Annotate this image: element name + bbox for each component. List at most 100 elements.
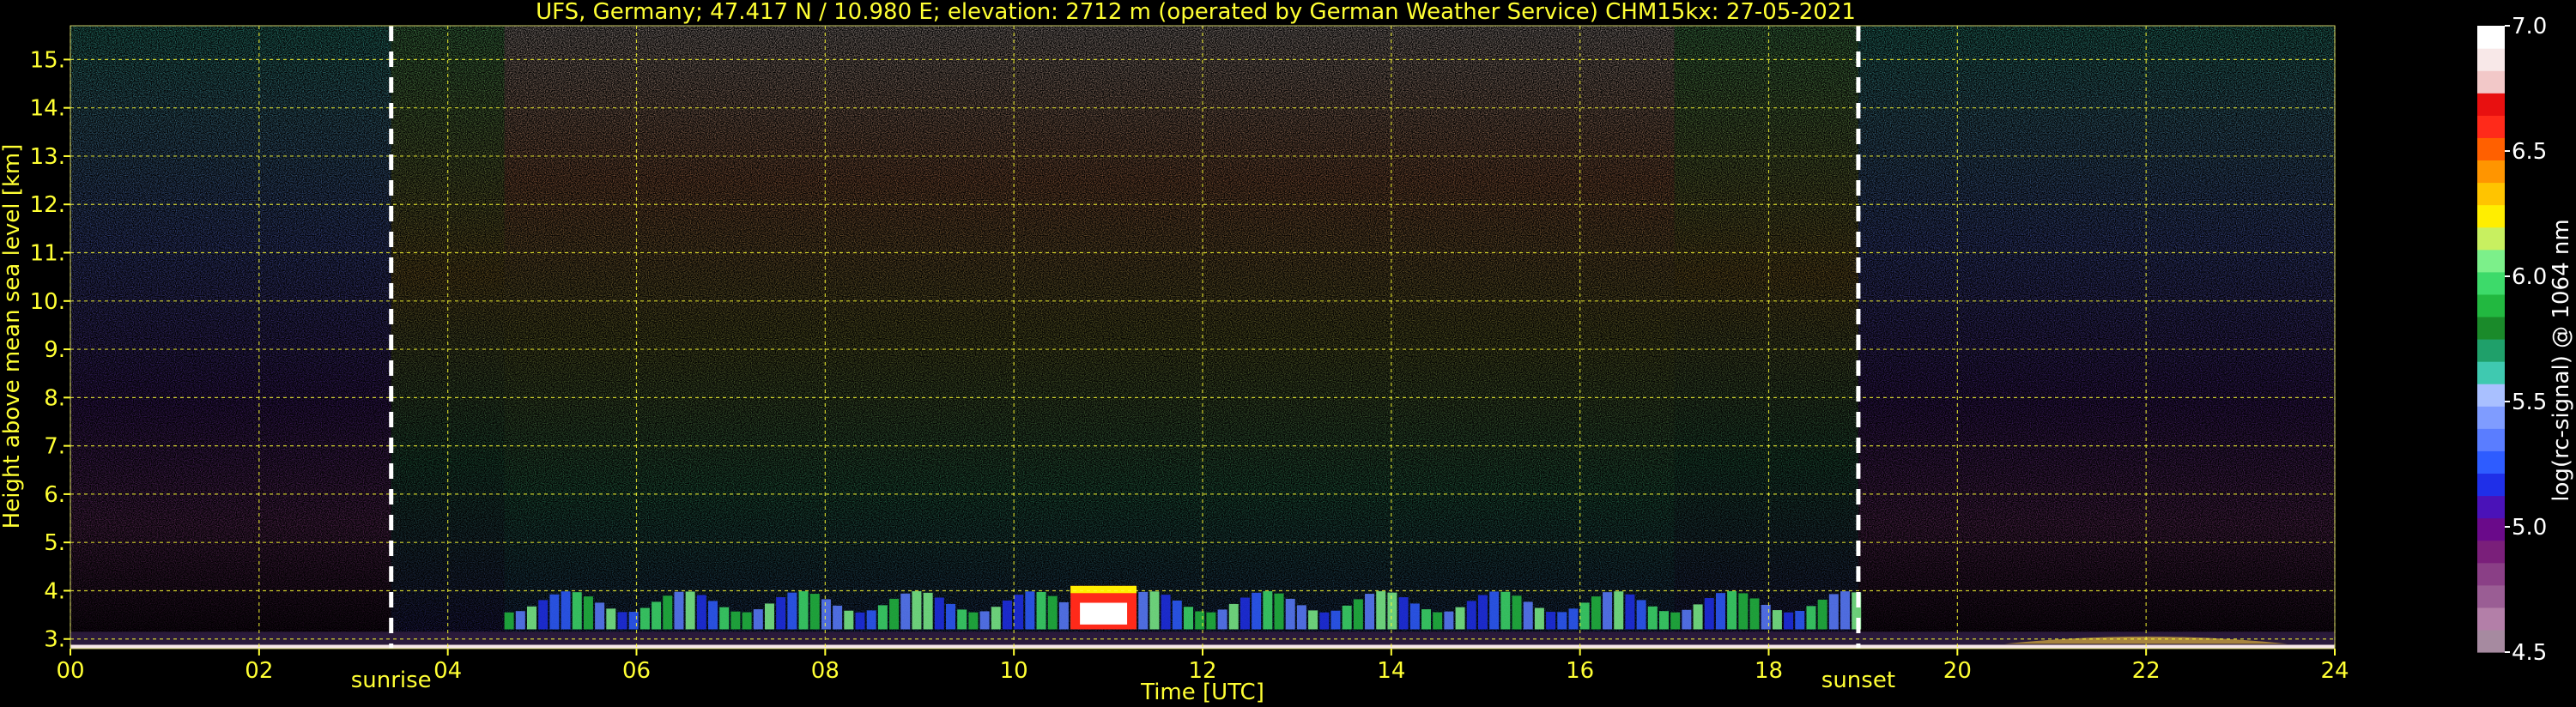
cloud-cell (674, 591, 684, 630)
cloud-cell (1738, 593, 1749, 630)
colorbar-swatch (2477, 607, 2505, 631)
cloud-cell (1274, 593, 1284, 630)
cloud-cell (628, 612, 639, 630)
cloud-cell (844, 610, 854, 630)
cloud-cell (1195, 611, 1205, 630)
colorbar-swatch (2477, 93, 2505, 116)
colorbar-swatch (2477, 204, 2505, 228)
colorbar-swatch (2477, 361, 2505, 384)
colorbar-ticks: 4.5 5.0 5.5 6.0 6.5 7.0 (2505, 14, 2547, 666)
cloud-cell (1138, 591, 1149, 630)
colorbar-swatch (2477, 182, 2505, 206)
y-tick-label: 5. (44, 530, 65, 556)
x-tick-label: 22 (2132, 658, 2161, 684)
cloud-cell (855, 612, 865, 630)
colorbar-tick-label: 4.5 (2512, 640, 2547, 666)
cloud-cell (934, 597, 944, 630)
y-tick-label: 9. (44, 337, 65, 363)
colorbar-swatch (2477, 227, 2505, 251)
y-tick-label: 14. (30, 96, 65, 122)
y-axis-label: Height above mean sea level [km] (0, 144, 25, 529)
x-tick-label: 08 (811, 658, 839, 684)
y-tick-label: 11. (30, 241, 65, 267)
y-tick-label: 3. (44, 627, 65, 653)
y-tick-label: 15. (30, 47, 65, 73)
cloud-cell (1523, 601, 1533, 630)
colorbar-tick-label: 5.5 (2512, 390, 2547, 415)
y-tick-label: 13. (30, 144, 65, 170)
colorbar-swatch (2477, 473, 2505, 497)
cloud-cell (1477, 595, 1488, 630)
cloud-cell (696, 595, 706, 630)
cloud-cell (1693, 604, 1703, 630)
colorbar-swatch (2477, 271, 2505, 295)
cloud-cell (1421, 609, 1431, 630)
cloud-cell (652, 601, 662, 630)
colorbar-swatch (2477, 540, 2505, 564)
cloud-cell (923, 592, 933, 630)
cloud-cell (538, 600, 549, 630)
dense-cloud-core (1080, 602, 1128, 625)
cloud-cell (1466, 601, 1476, 630)
cloud-cell (1319, 612, 1330, 630)
colorbar-swatch (2477, 517, 2505, 541)
cloud-cell (1806, 606, 1816, 630)
ceilometer-chart: UFS, Germany; 47.417 N / 10.980 E; eleva… (0, 0, 2574, 705)
cloud-cell (1433, 612, 1443, 630)
cloud-cell (1715, 593, 1725, 630)
colorbar-swatch (2477, 26, 2505, 49)
cloud-cell (946, 603, 956, 630)
cloud-cell (1444, 611, 1454, 630)
cloud-cell (866, 610, 876, 630)
cloud-cell (1579, 602, 1590, 630)
cloud-cell (515, 611, 525, 630)
cloud-cell (1817, 599, 1827, 630)
cloud-cell (1047, 595, 1058, 630)
x-tick-label: 14 (1377, 658, 1405, 684)
cloud-cell (833, 605, 843, 630)
cloud-cell (1376, 591, 1386, 630)
night-region (1858, 26, 2335, 649)
cloud-cell (764, 603, 774, 630)
y-tick-label: 8. (44, 385, 65, 411)
y-tick-label: 4. (44, 578, 65, 604)
cloud-cell (606, 608, 616, 630)
cloud-cell (595, 602, 605, 630)
cloud-cell (572, 592, 582, 630)
cloud-cell (957, 609, 967, 630)
cloud-cell (1263, 591, 1273, 630)
colorbar-swatch (2477, 249, 2505, 273)
cloud-cell (504, 612, 514, 630)
cloud-cell (809, 594, 820, 630)
cloud-cell (1342, 605, 1352, 630)
y-tick-label: 7. (44, 434, 65, 460)
cloud-cell (1330, 610, 1341, 630)
cloud-cell (1784, 612, 1794, 630)
colorbar-swatch (2477, 339, 2505, 362)
cloud-cell (1014, 595, 1024, 630)
night-region (70, 26, 391, 649)
cloud-cell (1500, 591, 1511, 630)
colorbar-swatch (2477, 629, 2505, 653)
colorbar-swatch (2477, 70, 2505, 94)
cloud-cell (776, 597, 786, 630)
cloud-cell (526, 606, 536, 630)
cloud-cell (877, 605, 888, 630)
cloud-cell (821, 599, 831, 630)
cloud-cell (742, 612, 752, 630)
cloud-cell (753, 609, 763, 630)
cloud-cell (1603, 592, 1613, 630)
x-tick-label: 24 (2320, 658, 2349, 684)
cloud-cell (617, 612, 627, 630)
cloud-cell (991, 607, 1001, 630)
x-tick-label: 06 (622, 658, 651, 684)
y-tick-label: 6. (44, 482, 65, 508)
cloud-cell (1658, 611, 1669, 630)
cloud-cell (1184, 607, 1194, 630)
cloud-cell (1217, 609, 1227, 630)
cloud-cell (979, 611, 990, 630)
cloud-cell (561, 591, 571, 630)
colorbar-swatch (2477, 316, 2505, 340)
x-axis-label: Time [UTC] (1140, 680, 1264, 705)
cloud-cell (1296, 605, 1306, 630)
